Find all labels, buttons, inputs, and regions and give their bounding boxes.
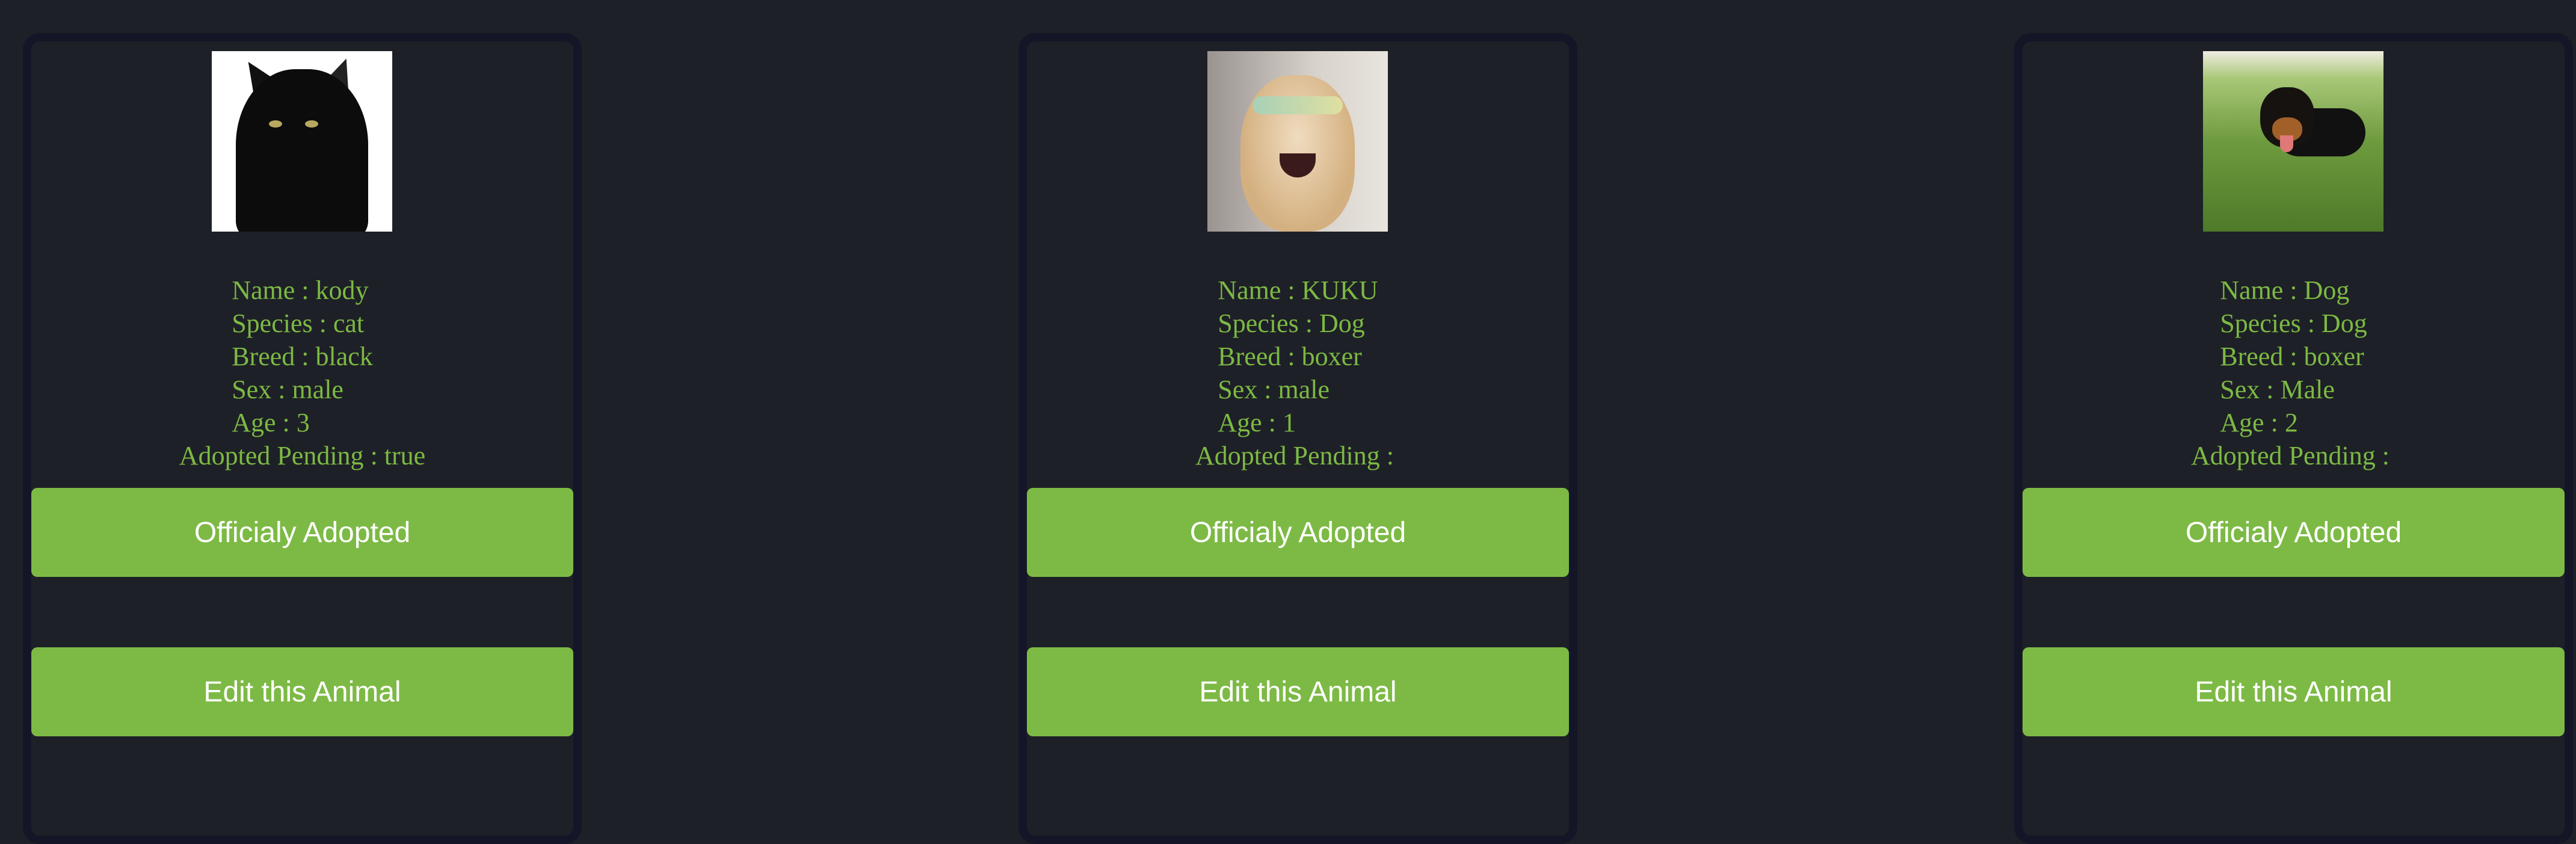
- animal-breed: Breed : boxer: [2220, 342, 2364, 371]
- animal-name: Name : KUKU: [1218, 276, 1378, 305]
- animal-age: Age : 3: [232, 408, 310, 437]
- animal-age: Age : 1: [1218, 408, 1296, 437]
- animal-name: Name : Dog: [2220, 276, 2350, 305]
- animal-photo: [1207, 51, 1388, 232]
- officially-adopted-button[interactable]: Officialy Adopted: [31, 488, 573, 577]
- animal-species: Species : Dog: [2220, 309, 2367, 338]
- edit-animal-button[interactable]: Edit this Animal: [1027, 647, 1569, 736]
- officially-adopted-button[interactable]: Officialy Adopted: [2023, 488, 2565, 577]
- animal-info: Name : Dog Species : Dog Breed : boxer Sex …: [2023, 274, 2565, 472]
- animal-name: Name : kody: [232, 276, 369, 305]
- animal-sex: Sex : male: [1218, 375, 1330, 404]
- animal-sex: Sex : male: [232, 375, 344, 404]
- officially-adopted-button[interactable]: Officialy Adopted: [1027, 488, 1569, 577]
- animal-card: Name : KUKU Species : Dog Breed : boxer Sex…: [1018, 33, 1577, 844]
- animal-age: Age : 2: [2220, 408, 2298, 437]
- animal-card: Name : Dog Species : Dog Breed : boxer Sex …: [2014, 33, 2573, 844]
- animal-photo: [2203, 51, 2383, 232]
- animal-info: Name : kody Species : cat Breed : black Sex…: [31, 274, 573, 472]
- animal-card: Name : kody Species : cat Breed : black Sex…: [23, 33, 582, 844]
- animal-photo: [212, 51, 392, 232]
- edit-animal-button[interactable]: Edit this Animal: [2023, 647, 2565, 736]
- edit-animal-button[interactable]: Edit this Animal: [31, 647, 573, 736]
- animal-adopted-pending: Adopted Pending :: [2191, 441, 2396, 470]
- animal-species: Species : Dog: [1218, 309, 1365, 338]
- animal-breed: Breed : black: [232, 342, 373, 371]
- animal-species: Species : cat: [232, 309, 365, 338]
- animal-breed: Breed : boxer: [1218, 342, 1362, 371]
- animal-info: Name : KUKU Species : Dog Breed : boxer Sex…: [1027, 274, 1569, 472]
- animal-adopted-pending: Adopted Pending :: [1195, 441, 1400, 470]
- animal-sex: Sex : Male: [2220, 375, 2335, 404]
- animal-adopted-pending: Adopted Pending : true: [179, 441, 426, 470]
